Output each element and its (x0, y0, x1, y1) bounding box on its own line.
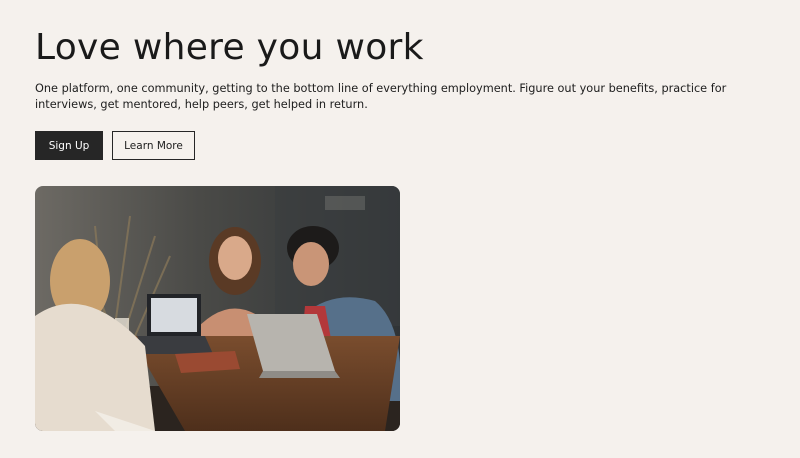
learn-more-button[interactable]: Learn More (112, 131, 195, 160)
hero-title: Love where you work (35, 27, 424, 68)
hero-description: One platform, one community, getting to … (35, 82, 727, 111)
coworkers-at-table-image (35, 186, 400, 431)
sign-up-button[interactable]: Sign Up (35, 131, 103, 160)
hero-photo (35, 186, 400, 431)
